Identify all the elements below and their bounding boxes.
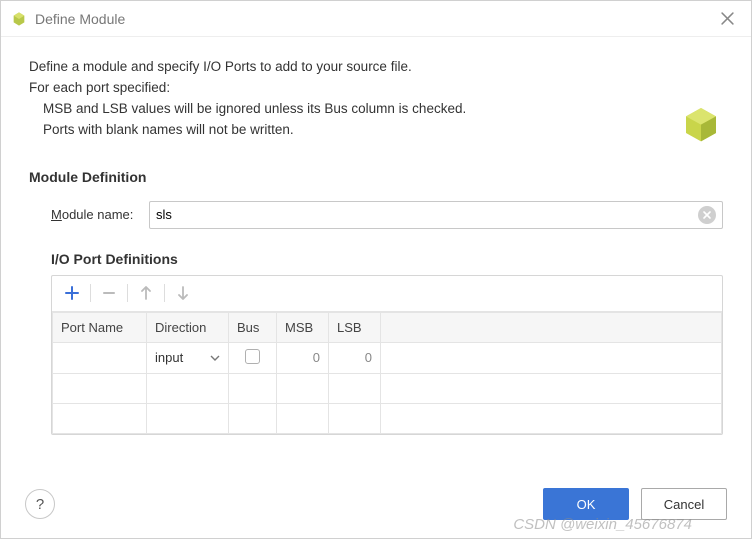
col-direction: Direction	[147, 312, 229, 342]
cell-port-name[interactable]	[53, 342, 147, 373]
titlebar: Define Module	[1, 1, 751, 37]
move-down-button[interactable]	[171, 281, 195, 305]
io-port-definitions-heading: I/O Port Definitions	[51, 251, 723, 267]
cell-spacer	[381, 403, 722, 433]
description-text: Define a module and specify I/O Ports to…	[29, 57, 723, 141]
cell-bus[interactable]	[229, 403, 277, 433]
cancel-button[interactable]: Cancel	[641, 488, 727, 520]
table-row[interactable]: input 0 0	[53, 342, 722, 373]
module-name-label: Module name:	[51, 207, 149, 222]
app-icon	[11, 11, 27, 27]
direction-value: input	[155, 350, 183, 365]
cell-bus[interactable]	[229, 342, 277, 373]
module-name-input[interactable]	[156, 207, 698, 222]
remove-port-button[interactable]	[97, 281, 121, 305]
cell-msb[interactable]	[277, 373, 329, 403]
cell-lsb[interactable]	[329, 403, 381, 433]
cell-lsb[interactable]	[329, 373, 381, 403]
move-up-button[interactable]	[134, 281, 158, 305]
dialog-content: Define a module and specify I/O Ports to…	[1, 37, 751, 474]
table-row[interactable]	[53, 403, 722, 433]
cell-direction[interactable]: input	[147, 342, 229, 373]
cell-msb[interactable]: 0	[277, 342, 329, 373]
close-icon[interactable]	[713, 5, 741, 33]
io-toolbar	[52, 276, 722, 312]
desc-line-1: Define a module and specify I/O Ports to…	[29, 57, 723, 78]
module-name-input-wrap[interactable]	[149, 201, 723, 229]
io-ports-table[interactable]: Port Name Direction Bus MSB LSB	[52, 312, 722, 434]
cell-direction[interactable]	[147, 373, 229, 403]
cell-spacer	[381, 373, 722, 403]
toolbar-separator	[164, 284, 165, 302]
io-table-container: Port Name Direction Bus MSB LSB	[51, 275, 723, 435]
cell-port-name[interactable]	[53, 403, 147, 433]
define-module-dialog: Define Module Define a module and specif…	[0, 0, 752, 539]
clear-input-icon[interactable]	[698, 206, 716, 224]
bus-checkbox[interactable]	[245, 349, 260, 364]
table-row[interactable]	[53, 373, 722, 403]
toolbar-separator	[127, 284, 128, 302]
chevron-down-icon[interactable]	[210, 352, 220, 364]
dialog-title: Define Module	[35, 11, 125, 27]
col-lsb: LSB	[329, 312, 381, 342]
table-header-row: Port Name Direction Bus MSB LSB	[53, 312, 722, 342]
module-name-row: Module name:	[51, 201, 723, 229]
add-port-button[interactable]	[60, 281, 84, 305]
col-bus: Bus	[229, 312, 277, 342]
cell-port-name[interactable]	[53, 373, 147, 403]
col-port-name: Port Name	[53, 312, 147, 342]
help-button[interactable]: ?	[25, 489, 55, 519]
dialog-footer: ? OK Cancel	[1, 474, 751, 538]
cell-lsb[interactable]: 0	[329, 342, 381, 373]
desc-line-2: For each port specified:	[29, 78, 723, 99]
module-definition-heading: Module Definition	[29, 169, 723, 185]
cell-direction[interactable]	[147, 403, 229, 433]
toolbar-separator	[90, 284, 91, 302]
desc-line-3: MSB and LSB values will be ignored unles…	[29, 99, 723, 120]
cell-msb[interactable]	[277, 403, 329, 433]
desc-line-4: Ports with blank names will not be writt…	[29, 120, 723, 141]
ok-button[interactable]: OK	[543, 488, 629, 520]
col-spacer	[381, 312, 722, 342]
col-msb: MSB	[277, 312, 329, 342]
cell-bus[interactable]	[229, 373, 277, 403]
cell-spacer	[381, 342, 722, 373]
vivado-logo-icon	[681, 103, 721, 143]
